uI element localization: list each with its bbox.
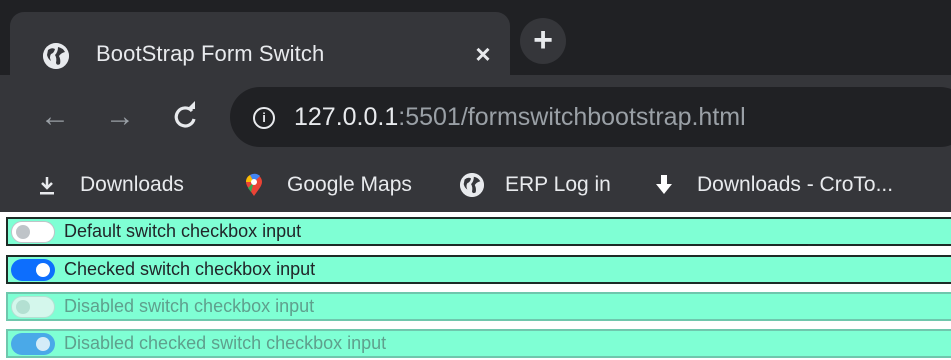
switch-knob	[16, 299, 30, 314]
bookmark-label: Downloads - CroTo...	[697, 173, 894, 196]
url-host: 127.0.0.1	[294, 103, 399, 131]
tab-active[interactable]: BootStrap Form Switch ×	[10, 12, 510, 75]
back-arrow-icon[interactable]: ←	[35, 97, 75, 137]
bookmark-google-maps[interactable]: Google Maps	[242, 168, 412, 202]
switch-label[interactable]: Default switch checkbox input	[64, 221, 301, 242]
site-info-icon[interactable]: i	[253, 107, 275, 129]
switch-row-default[interactable]: Default switch checkbox input	[6, 217, 951, 246]
switch-row-disabled-checked: Disabled checked switch checkbox input	[6, 329, 951, 358]
switch-knob	[16, 224, 30, 239]
default-switch[interactable]	[11, 220, 55, 243]
switch-label[interactable]: Checked switch checkbox input	[64, 259, 315, 280]
bookmark-label: ERP Log in	[505, 173, 611, 196]
switch-label: Disabled checked switch checkbox input	[64, 333, 387, 353]
close-tab-icon[interactable]: ×	[468, 39, 498, 69]
bookmark-erp-log-in[interactable]: ERP Log in	[460, 168, 611, 202]
bookmark-downloads-croto[interactable]: Downloads - CroTo...	[652, 168, 893, 202]
reload-icon[interactable]	[165, 97, 205, 137]
checked-switch[interactable]	[11, 258, 55, 281]
switch-knob	[36, 336, 50, 351]
bookmarks-bar: Downloads Google Maps ERP Log in Downloa…	[0, 160, 951, 212]
globe-icon	[43, 43, 69, 69]
bookmark-label: Downloads	[80, 173, 184, 196]
url-text[interactable]: 127.0.0.1:5501/formswitchbootstrap.html	[294, 103, 746, 132]
bookmark-label: Google Maps	[287, 173, 412, 196]
switch-knob	[36, 262, 50, 277]
disabled-checked-switch	[11, 332, 55, 355]
toolbar: ← → i 127.0.0.1:5501/formswitchbootstrap…	[0, 75, 951, 212]
download-arrow-icon	[652, 173, 676, 197]
switch-label: Disabled switch checkbox input	[64, 296, 315, 316]
url-path: :5501/formswitchbootstrap.html	[398, 103, 746, 131]
forward-arrow-icon[interactable]: →	[100, 97, 140, 137]
bookmark-downloads[interactable]: Downloads	[35, 168, 184, 202]
google-maps-pin-icon	[242, 173, 266, 197]
address-bar[interactable]: i 127.0.0.1:5501/formswitchbootstrap.htm…	[230, 87, 951, 147]
browser-chrome: BootStrap Form Switch × + ← → i 127.0.0.…	[0, 0, 951, 213]
page-content: Default switch checkbox input Checked sw…	[0, 213, 951, 360]
switch-row-disabled: Disabled switch checkbox input	[6, 292, 951, 321]
download-icon	[35, 173, 59, 197]
disabled-switch	[11, 295, 55, 318]
tab-strip: BootStrap Form Switch × +	[0, 0, 951, 75]
tab-title: BootStrap Form Switch	[96, 41, 325, 66]
switch-row-checked[interactable]: Checked switch checkbox input	[6, 255, 951, 284]
globe-icon	[460, 173, 484, 197]
new-tab-button[interactable]: +	[520, 18, 566, 64]
